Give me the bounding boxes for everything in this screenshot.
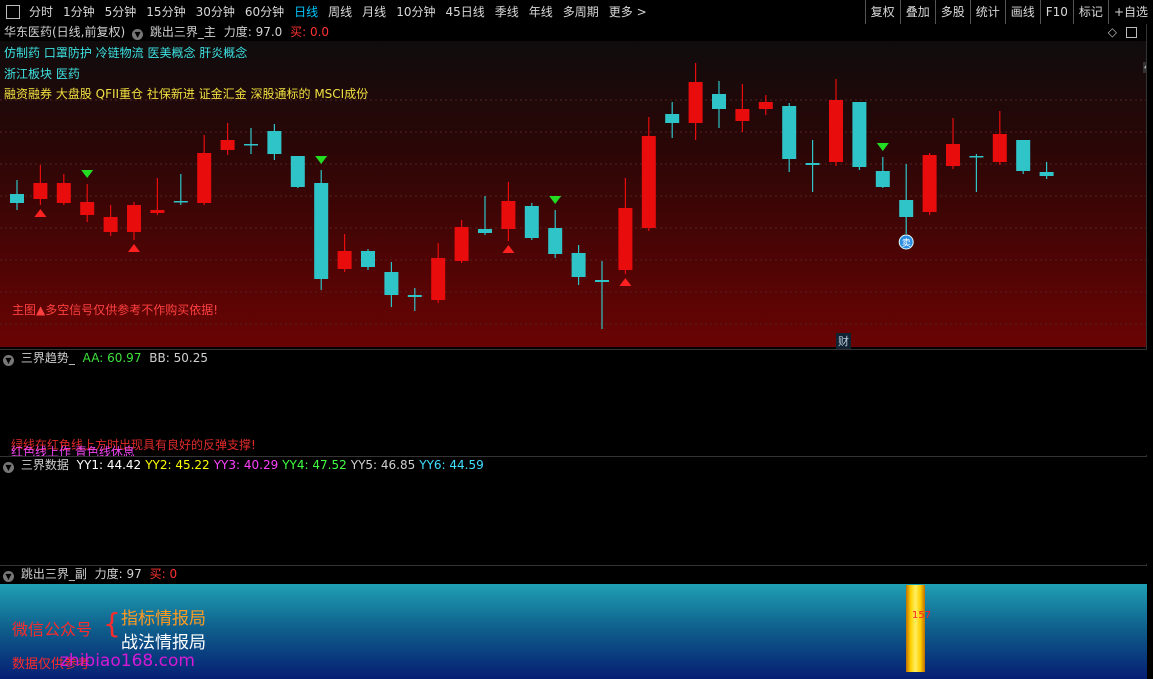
candle-body — [688, 82, 703, 123]
candle-body — [478, 229, 492, 233]
candle-body — [829, 100, 843, 162]
candle-body — [384, 272, 399, 295]
candle-body — [197, 153, 212, 203]
bb-label: BB: — [149, 351, 170, 365]
jump-strength-value: 97 — [126, 567, 142, 581]
candle-body — [922, 155, 937, 212]
candle-body — [267, 131, 282, 154]
brand-line2: 战法情报局 — [121, 633, 206, 653]
candle-body — [641, 136, 656, 228]
yy4-value: YY4: 47.52 — [282, 458, 347, 472]
candle-body — [712, 94, 726, 109]
brand-line1: 指标情报局 — [121, 609, 206, 629]
candle-body — [337, 251, 352, 269]
candle-body — [618, 208, 633, 270]
buy-signal-triangle — [619, 278, 632, 286]
brace-icon: { — [103, 607, 121, 640]
candle-body — [595, 280, 609, 282]
yy1-value: YY1: 44.42 — [76, 458, 142, 472]
candle-body — [992, 134, 1007, 162]
candle-body — [852, 102, 867, 167]
aa-label: AA: — [82, 351, 104, 365]
jump-buy-label: 买: — [149, 567, 166, 581]
buy-signal-triangle — [34, 209, 47, 217]
candle-body — [407, 295, 422, 297]
trend-header: ▼ 三界趋势_ AA: 60.97 BB: 50.25 — [0, 350, 208, 366]
candle-body — [454, 227, 469, 261]
website-text[interactable]: zhibiao168.com — [60, 651, 195, 671]
yy2-value: YY2: 45.22 — [145, 458, 210, 472]
candle-body — [173, 201, 188, 203]
signal-bar — [906, 585, 925, 672]
candle-body — [80, 202, 95, 215]
sell-marker-label: 卖 — [902, 238, 911, 249]
jump-dropdown-icon[interactable]: ▼ — [3, 571, 14, 582]
candle-body — [571, 253, 586, 277]
data-title: 三界数据 — [20, 458, 69, 472]
candle-body — [103, 217, 118, 232]
candle-body — [524, 206, 539, 238]
wechat-label: 微信公众号 — [12, 620, 93, 639]
candle-body — [1016, 140, 1031, 171]
aa-value: 60.97 — [107, 351, 142, 365]
candle-body — [899, 200, 914, 217]
jump-strength-label: 力度: — [94, 567, 123, 581]
sell-signal-triangle — [876, 143, 889, 151]
sell-signal-triangle — [315, 156, 328, 164]
candle-body — [361, 251, 375, 267]
trend-dropdown-icon[interactable]: ▼ — [3, 355, 14, 366]
candle-body — [314, 183, 329, 279]
data-dropdown-icon[interactable]: ▼ — [3, 462, 14, 473]
candle-body — [127, 205, 141, 232]
candle-body — [290, 156, 305, 187]
trend-indicator-panel[interactable]: ▼ 三界趋势_ AA: 60.97 BB: 50.25 绿线在红色线上方时出现具… — [0, 349, 1147, 459]
candle-body — [10, 194, 24, 203]
candle-body — [33, 183, 48, 199]
candle-body — [875, 171, 890, 187]
buy-signal-triangle — [128, 244, 140, 252]
sell-signal-triangle — [549, 196, 562, 204]
candle-body — [735, 109, 750, 121]
candle-body — [548, 228, 563, 254]
candle-body — [150, 210, 165, 213]
trend-title: 三界趋势_ — [20, 351, 75, 365]
jump-title: 跳出三界_副 — [20, 567, 87, 581]
candle-body — [220, 140, 235, 150]
candle-body — [56, 183, 71, 203]
data-header: ▼ 三界数据 YY1: 44.42 YY2: 45.22 YY3: 40.29 YY4… — [0, 457, 484, 473]
yy3-value: YY3: 40.29 — [213, 458, 279, 472]
yy6-value: YY6: 44.59 — [419, 458, 484, 472]
jump-buy-value: 0 — [169, 567, 178, 581]
data-indicator-panel[interactable]: ▼ 三界数据 YY1: 44.42 YY2: 45.22 YY3: 40.29 YY4… — [0, 456, 1147, 564]
candle-body — [244, 144, 258, 146]
candle-body — [758, 102, 773, 109]
yy5-value: YY5: 46.85 — [350, 458, 416, 472]
candle-body — [782, 106, 797, 159]
sell-signal-triangle — [81, 170, 94, 178]
jump-indicator-panel[interactable]: ▼ 跳出三界_副 力度: 97 买: 0 微信公众号 { 指标情报局 战法情报局… — [0, 565, 1147, 679]
jump-header: ▼ 跳出三界_副 力度: 97 买: 0 — [0, 566, 1147, 582]
buy-signal-triangle — [502, 245, 515, 253]
candle-body — [969, 156, 984, 158]
candle-body — [946, 144, 960, 166]
signal-bar-value: 157 — [912, 610, 932, 621]
price-scale — [1146, 24, 1153, 678]
candle-body — [805, 163, 820, 165]
candle-body — [1039, 172, 1054, 176]
candle-body — [665, 114, 680, 123]
candle-body — [431, 258, 446, 300]
bb-value: 50.25 — [173, 351, 208, 365]
candle-body — [501, 201, 516, 229]
